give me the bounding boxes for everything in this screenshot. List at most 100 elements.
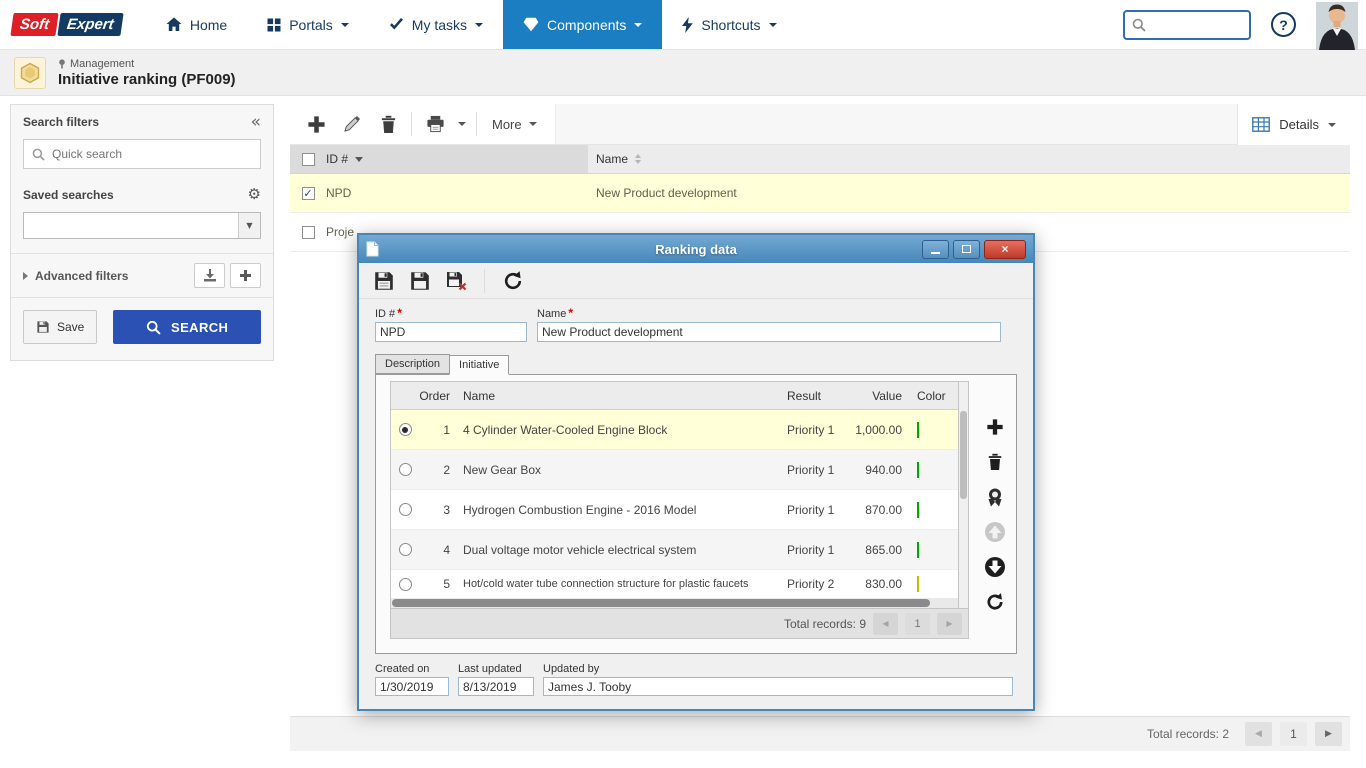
more-menu-button[interactable]: More <box>482 104 547 145</box>
next-page-button[interactable]: ▶ <box>1315 722 1342 746</box>
row-radio[interactable] <box>399 578 412 591</box>
created-on-value[interactable] <box>375 677 449 696</box>
global-search[interactable] <box>1123 10 1251 40</box>
refresh-list-button[interactable] <box>983 590 1007 614</box>
save-button[interactable] <box>371 268 397 294</box>
initiative-result: Priority 1 <box>787 423 845 437</box>
nav-components[interactable]: Components <box>503 0 662 49</box>
initiative-row[interactable]: 4 Dual voltage motor vehicle electrical … <box>391 530 958 570</box>
name-field-input[interactable] <box>537 322 1001 342</box>
last-updated-value[interactable] <box>458 677 534 696</box>
grid-col-result[interactable]: Result <box>787 389 845 403</box>
initiative-row[interactable]: 3 Hydrogen Combustion Engine - 2016 Mode… <box>391 490 958 530</box>
minimize-button[interactable] <box>922 240 949 259</box>
grid-next-page-button[interactable]: ▶ <box>937 613 962 635</box>
move-down-button[interactable] <box>983 555 1007 579</box>
search-icon <box>1132 18 1146 32</box>
initiative-row[interactable]: 2 New Gear Box Priority 1 940.00 <box>391 450 958 490</box>
select-all-checkbox[interactable] <box>302 153 315 166</box>
row-checkbox[interactable] <box>302 226 315 239</box>
row-radio[interactable] <box>399 423 412 436</box>
grid-col-value[interactable]: Value <box>845 389 909 403</box>
add-filter-button[interactable] <box>230 263 261 288</box>
search-icon <box>146 320 161 335</box>
advanced-filters-toggle[interactable]: Advanced filters <box>23 269 128 283</box>
nav-home[interactable]: Home <box>146 0 247 49</box>
search-filters-panel: Search filters « Saved searches ⚙ ▼ Adva… <box>10 104 274 361</box>
grid-current-page: 1 <box>905 613 930 635</box>
initiative-value: 830.00 <box>845 577 909 591</box>
scrollbar-thumb[interactable] <box>392 599 930 607</box>
edit-record-button[interactable] <box>334 104 370 145</box>
required-icon: * <box>568 306 573 320</box>
nav-shortcuts[interactable]: Shortcuts <box>662 0 796 49</box>
id-field-input[interactable] <box>375 322 527 342</box>
maximize-button[interactable] <box>953 240 980 259</box>
color-swatch <box>917 462 919 478</box>
grid-col-name[interactable]: Name <box>457 389 787 403</box>
grid-col-order[interactable]: Order <box>419 389 457 403</box>
save-and-new-button[interactable] <box>407 268 433 294</box>
table-row[interactable]: ✓ NPD New Product development <box>290 174 1350 213</box>
quick-search-box[interactable] <box>23 139 261 169</box>
remove-initiative-button[interactable] <box>983 450 1007 474</box>
record-list-region: More Details ID # Name <box>290 104 1350 252</box>
updated-by-value[interactable] <box>543 677 1013 696</box>
print-button[interactable] <box>417 104 453 145</box>
initiative-row[interactable]: 5 Hot/cold water tube connection structu… <box>391 570 958 598</box>
chevron-down-icon <box>529 122 537 126</box>
column-header-name[interactable]: Name <box>588 145 1350 173</box>
lightning-icon <box>682 17 693 33</box>
move-up-button[interactable] <box>983 520 1007 544</box>
initiative-row[interactable]: 1 4 Cylinder Water-Cooled Engine Block P… <box>391 410 958 450</box>
updated-by-label: Updated by <box>543 663 1013 675</box>
add-initiative-button[interactable] <box>983 415 1007 439</box>
scrollbar-thumb[interactable] <box>960 411 967 499</box>
nav-my-tasks[interactable]: My tasks <box>369 0 503 49</box>
column-header-id[interactable]: ID # <box>326 145 588 173</box>
row-radio[interactable] <box>399 463 412 476</box>
components-icon <box>523 17 539 32</box>
select-chevron-button[interactable]: ▼ <box>238 213 260 238</box>
grid-horizontal-scrollbar[interactable] <box>391 598 958 608</box>
sort-desc-icon <box>355 157 363 162</box>
rank-medal-button[interactable] <box>983 485 1007 509</box>
details-view-button[interactable]: Details <box>1237 104 1350 145</box>
gear-icon[interactable]: ⚙ <box>248 187 261 202</box>
grid-vertical-scrollbar[interactable] <box>959 381 969 609</box>
import-filter-button[interactable] <box>194 263 225 288</box>
close-button[interactable]: × <box>984 240 1026 259</box>
search-button[interactable]: SEARCH <box>113 310 261 344</box>
quick-search-input[interactable] <box>52 147 242 161</box>
save-search-button[interactable]: Save <box>23 310 97 344</box>
delete-record-button[interactable] <box>370 104 406 145</box>
tab-initiative[interactable]: Initiative <box>449 355 509 375</box>
softexpert-logo[interactable]: Soft Expert <box>12 0 122 49</box>
global-search-input[interactable] <box>1151 17 1243 32</box>
print-options-caret[interactable] <box>453 104 471 145</box>
nav-portals[interactable]: Portals <box>247 0 369 49</box>
grid-prev-page-button[interactable]: ◀ <box>873 613 898 635</box>
prev-page-button[interactable]: ◀ <box>1245 722 1272 746</box>
grid-col-color[interactable]: Color <box>909 389 949 403</box>
main-menu: Home Portals My tasks Components Shortcu… <box>146 0 797 49</box>
total-records-label: Total records: 2 <box>1147 727 1229 741</box>
record-audit-fields: Created on Last updated Updated by <box>359 654 1033 696</box>
list-toolbar: More Details <box>290 104 1350 145</box>
refresh-button[interactable] <box>500 268 526 294</box>
collapse-panel-button[interactable]: « <box>251 116 261 128</box>
save-and-close-button[interactable] <box>443 268 469 294</box>
toolbar-separator <box>476 112 477 136</box>
help-button[interactable]: ? <box>1271 12 1296 37</box>
add-record-button[interactable] <box>298 104 334 145</box>
user-avatar[interactable] <box>1316 2 1358 50</box>
saved-searches-select[interactable]: ▼ <box>23 212 261 239</box>
row-id: NPD <box>326 186 351 200</box>
color-swatch <box>917 576 919 592</box>
row-radio[interactable] <box>399 503 412 516</box>
row-checkbox[interactable]: ✓ <box>302 187 315 200</box>
floppy-icon <box>36 320 50 334</box>
row-radio[interactable] <box>399 543 412 556</box>
tab-description[interactable]: Description <box>375 354 450 374</box>
window-titlebar[interactable]: Ranking data × <box>359 235 1033 263</box>
